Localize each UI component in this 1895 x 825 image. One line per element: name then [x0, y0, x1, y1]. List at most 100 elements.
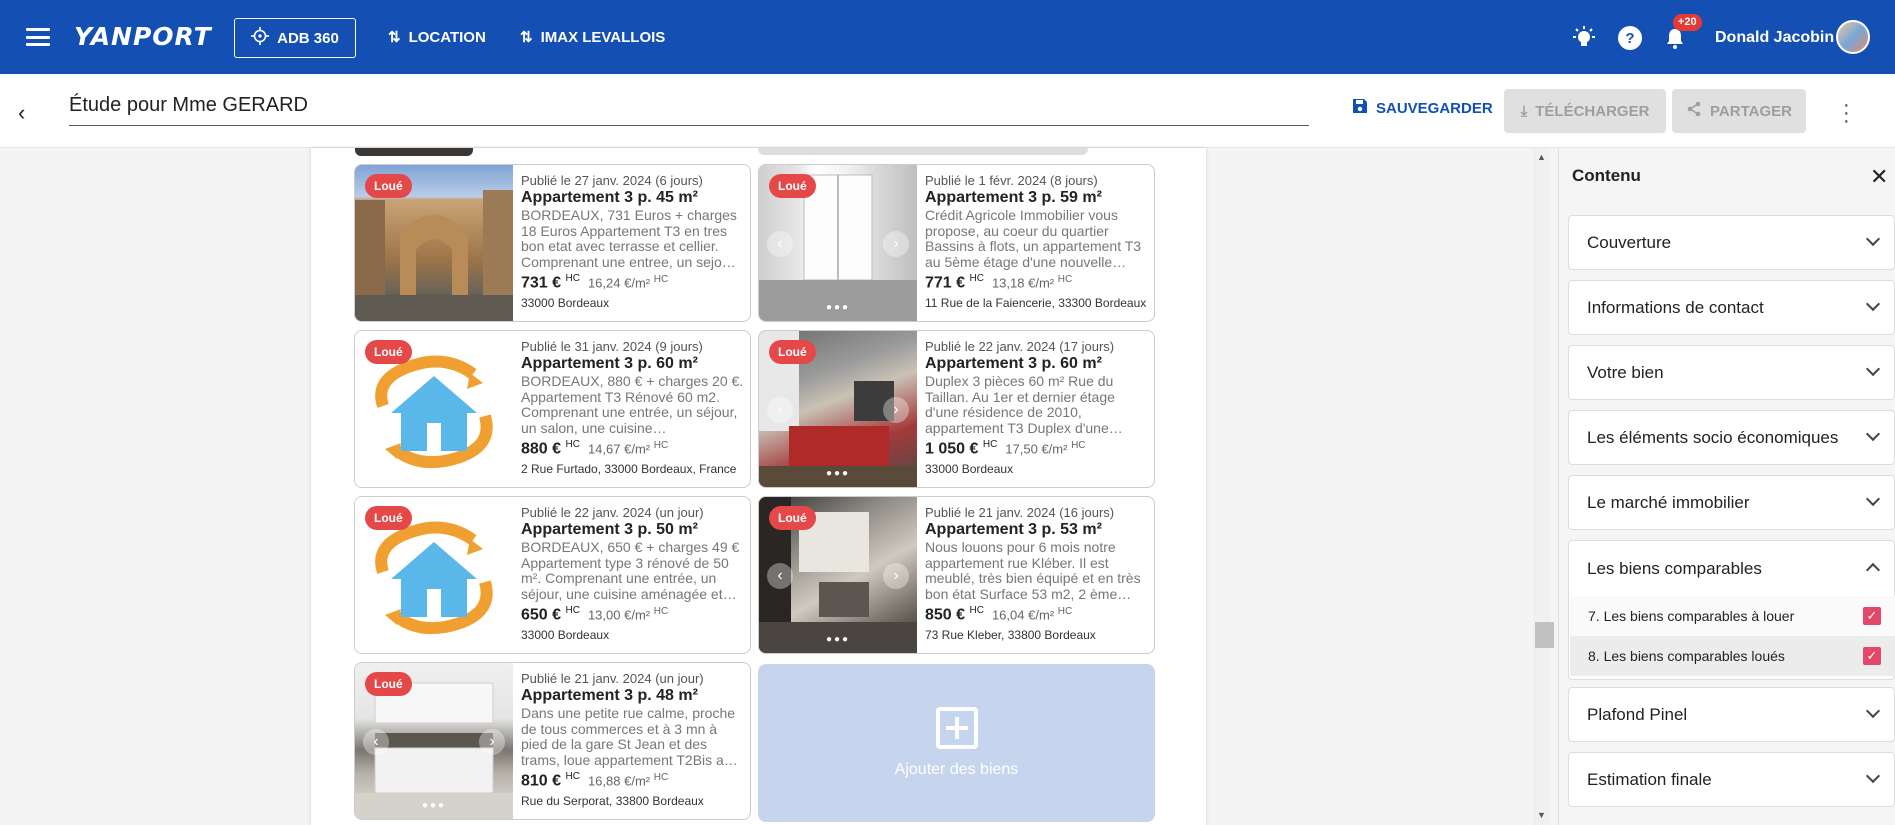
- chevron-down-icon: [1865, 768, 1881, 784]
- svg-text:?: ?: [1625, 30, 1634, 47]
- user-name[interactable]: Donald Jacobin: [1715, 29, 1834, 47]
- carousel-prev-icon[interactable]: ‹: [767, 231, 793, 257]
- listing-title: Appartement 3 p. 45 m²: [521, 189, 698, 206]
- section-marche-immobilier[interactable]: Le marché immobilier: [1568, 475, 1895, 530]
- ppm-unit: HC: [1071, 440, 1086, 451]
- carousel-next-icon[interactable]: ›: [883, 231, 909, 257]
- listing-description: BORDEAUX, 650 € + charges 49 € Apparteme…: [521, 540, 740, 602]
- chevron-down-icon: [1865, 296, 1881, 312]
- listing-description: BORDEAUX, 731 Euros + charges 18 Euros A…: [521, 208, 737, 270]
- subsection-item[interactable]: 7. Les biens comparables à louer ✓: [1570, 596, 1895, 636]
- scrollbar[interactable]: [1533, 148, 1550, 825]
- lightbulb-icon[interactable]: [1570, 24, 1598, 52]
- ppm-unit: HC: [1057, 274, 1073, 285]
- publication-date: Publié le 31 janv. 2024 (9 jours): [521, 339, 703, 354]
- checkbox-checked[interactable]: ✓: [1863, 647, 1881, 665]
- subsection-item[interactable]: 8. Les biens comparables loués ✓: [1570, 636, 1895, 676]
- carousel-prev-icon[interactable]: ‹: [767, 563, 793, 589]
- add-listings-label: Ajouter des biens: [894, 761, 1019, 778]
- price-unit: HC: [982, 439, 998, 450]
- listing-address: 2 Rue Furtado, 33000 Bordeaux, France: [521, 462, 737, 477]
- price-per-m2: 16,04 €/m² HC: [991, 606, 1073, 623]
- add-box-icon: [935, 707, 978, 749]
- section-biens-comparables[interactable]: Les biens comparables 7. Les biens compa…: [1568, 540, 1895, 680]
- section-label: Estimation finale: [1587, 769, 1712, 789]
- listing-card[interactable]: Loué Publié le 22 janv. 2024 (un jour) A…: [354, 496, 751, 654]
- scroll-up-icon[interactable]: ▲: [1537, 152, 1546, 162]
- listing-title: Appartement 3 p. 60 m²: [521, 355, 698, 372]
- listing-card[interactable]: Loué ‹ › ●●● Publié le 1 févr. 2024 (8 j…: [758, 164, 1155, 322]
- chevron-down-icon: [1865, 491, 1881, 507]
- listing-card[interactable]: Loué ‹ › ●●● Publié le 21 janv. 2024 (16…: [758, 496, 1155, 654]
- avatar[interactable]: [1836, 20, 1870, 54]
- share-icon: [1686, 101, 1702, 121]
- nav-imax-levallois[interactable]: ⇅ IMAX LEVALLOIS: [520, 28, 666, 47]
- adb-360-button[interactable]: ADB 360: [234, 18, 356, 58]
- listing-card[interactable]: Loué ‹ › ●●● Publié le 21 janv. 2024 (un…: [354, 662, 751, 820]
- listing-description: Nous louons pour 6 mois notre appartemen…: [925, 540, 1141, 602]
- section-contact[interactable]: Informations de contact: [1568, 280, 1895, 335]
- carousel-prev-icon[interactable]: ‹: [767, 397, 793, 423]
- carousel-prev-icon[interactable]: ‹: [363, 729, 389, 755]
- close-icon[interactable]: ✕: [1870, 164, 1888, 190]
- carousel-next-icon[interactable]: ›: [479, 729, 505, 755]
- ppm-unit: HC: [653, 606, 669, 617]
- listing-card[interactable]: Loué Publié le 31 janv. 2024 (9 jours) A…: [354, 330, 751, 488]
- menu-icon[interactable]: [26, 28, 50, 46]
- adb-label: ADB 360: [277, 29, 339, 47]
- download-label: TÉLÉCHARGER: [1535, 102, 1650, 120]
- study-title-input[interactable]: Étude pour Mme GERARD: [69, 90, 1309, 126]
- listing-price: 771 € HC: [925, 273, 984, 292]
- price-unit: HC: [969, 605, 984, 616]
- more-vert-icon[interactable]: · · ·: [1843, 95, 1850, 131]
- swap-icon: ⇅: [520, 29, 533, 46]
- section-socio-economique[interactable]: Les éléments socio économiques: [1568, 410, 1895, 465]
- status-badge: Loué: [365, 174, 412, 198]
- back-arrow-icon[interactable]: ‹: [18, 100, 25, 126]
- subsection-label: 7. Les biens comparables à louer: [1588, 608, 1795, 624]
- help-icon[interactable]: ?: [1616, 24, 1644, 52]
- status-badge: Loué: [365, 506, 412, 530]
- price-unit: HC: [565, 273, 580, 284]
- scrollbar-thumb[interactable]: [1535, 622, 1554, 648]
- crosshair-icon: [251, 27, 270, 49]
- section-label: Le marché immobilier: [1587, 492, 1750, 512]
- status-badge: Loué: [365, 340, 412, 364]
- listing-description: BORDEAUX, 880 € + charges 20 €. Appartem…: [521, 374, 744, 436]
- nav-location[interactable]: ⇅ LOCATION: [388, 28, 486, 47]
- carousel-next-icon[interactable]: ›: [883, 563, 909, 589]
- chevron-up-icon[interactable]: [1865, 562, 1881, 578]
- save-button[interactable]: SAUVEGARDER: [1352, 98, 1493, 118]
- listing-title: Appartement 3 p. 48 m²: [521, 687, 698, 704]
- listing-card[interactable]: Loué ‹ › ●●● Publié le 22 janv. 2024 (17…: [758, 330, 1155, 488]
- carousel-dots: ●●●: [421, 800, 447, 811]
- section-plafond-pinel[interactable]: Plafond Pinel: [1568, 687, 1895, 742]
- listing-card[interactable]: Loué Publié le 27 janv. 2024 (6 jours) A…: [354, 164, 751, 322]
- checkbox-checked[interactable]: ✓: [1863, 607, 1881, 625]
- status-badge: Loué: [769, 340, 816, 364]
- price-unit: HC: [969, 273, 984, 284]
- nav-imax-label: IMAX LEVALLOIS: [540, 28, 666, 46]
- swap-icon: ⇅: [388, 29, 401, 46]
- share-button[interactable]: PARTAGER: [1672, 89, 1806, 133]
- download-button[interactable]: ⤓ TÉLÉCHARGER: [1504, 89, 1666, 133]
- price-unit: HC: [565, 439, 580, 450]
- publication-date: Publié le 21 janv. 2024 (un jour): [521, 671, 704, 686]
- carousel-next-icon[interactable]: ›: [883, 397, 909, 423]
- add-listings-button[interactable]: Ajouter des biens: [758, 664, 1155, 822]
- listing-address: 33000 Bordeaux: [521, 628, 610, 643]
- chevron-down-icon: [1865, 231, 1881, 247]
- scroll-down-icon[interactable]: ▼: [1537, 810, 1546, 820]
- chevron-down-icon: [1865, 703, 1881, 719]
- chevron-down-icon: [1865, 426, 1881, 442]
- section-estimation-finale[interactable]: Estimation finale: [1568, 752, 1895, 807]
- listing-price: 880 € HC: [521, 439, 580, 458]
- section-votre-bien[interactable]: Votre bien: [1568, 345, 1895, 400]
- chevron-down-icon: [1865, 361, 1881, 377]
- section-couverture[interactable]: Couverture: [1568, 215, 1895, 270]
- price-per-m2: 16,24 €/m² HC: [587, 274, 669, 291]
- panel-title: Contenu: [1572, 166, 1641, 185]
- price-per-m2: 13,00 €/m² HC: [587, 606, 669, 623]
- app-logo[interactable]: YANPORT: [74, 22, 212, 51]
- price-per-m2: 16,88 €/m² HC: [587, 772, 669, 789]
